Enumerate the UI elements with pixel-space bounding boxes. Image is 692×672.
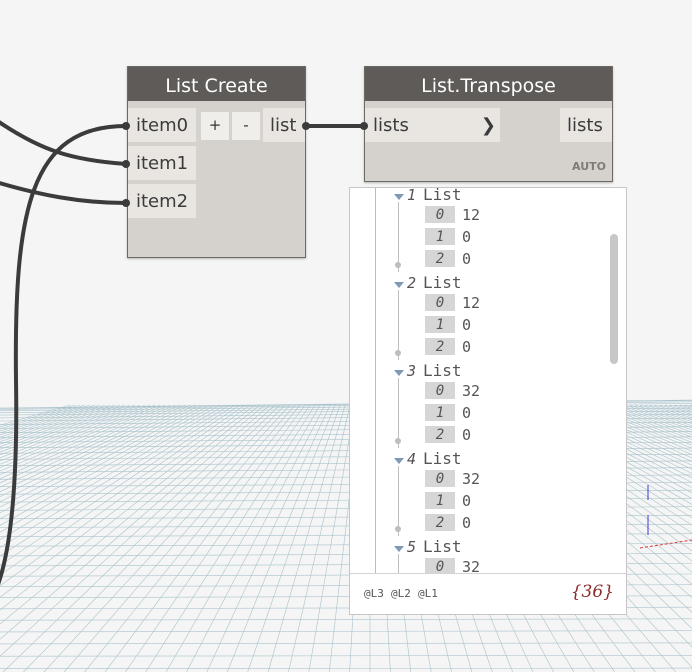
output-port-list[interactable]: list [263,108,305,142]
item-index: 2 [425,250,455,267]
output-connector-list[interactable] [302,122,310,130]
input-connector-item2[interactable] [122,199,130,207]
chevron-right-icon: ❯ [480,115,496,136]
item-index: 2 [425,338,455,355]
preview-footer: @L3 @L2 @L1 {36} [350,573,626,614]
group-line [398,554,399,573]
item-value[interactable]: 0 [462,338,471,356]
item-value[interactable]: 0 [462,426,471,444]
level-label-l2[interactable]: @L2 [391,587,411,600]
item-index: 0 [425,470,455,487]
item-index: 0 [425,558,455,573]
item-index: 0 [425,206,455,223]
input-port-item0[interactable]: item0 [128,108,196,142]
level-label-l1[interactable]: @L1 [418,587,438,600]
item-count: {36} [570,582,614,602]
item-value[interactable]: 0 [462,228,471,246]
input-connector-item0[interactable] [122,122,130,130]
item-index: 1 [425,404,455,421]
output-port-lists[interactable]: lists [560,108,612,142]
input-port-item1[interactable]: item1 [128,146,196,180]
add-input-button[interactable]: + [201,112,229,140]
preview-scrollbar[interactable] [610,234,618,364]
item-index: 1 [425,316,455,333]
group-end-dot [395,262,401,268]
group-index: 1 [407,188,417,204]
input-port-lists-label: lists [373,115,409,136]
item-value[interactable]: 32 [462,558,480,573]
expand-triangle-icon[interactable] [394,370,404,376]
group-index: 5 [407,538,417,556]
list-create-node[interactable]: List Create item0 item1 item2 + - list [127,66,306,258]
group-label: List [423,537,462,556]
item-index: 1 [425,228,455,245]
wire-item2 [0,181,128,205]
group-end-dot [395,438,401,444]
level-label-l3[interactable]: @L3 [364,587,384,600]
item-index: 2 [425,514,455,531]
item-value[interactable]: 0 [462,492,471,510]
group-label: List [423,449,462,468]
item-value[interactable]: 0 [462,404,471,422]
item-index: 0 [425,382,455,399]
item-value[interactable]: 12 [462,294,480,312]
item-index: 1 [425,492,455,509]
expand-triangle-icon[interactable] [394,194,404,200]
group-index: 2 [407,274,417,292]
item-value[interactable]: 0 [462,514,471,532]
group-end-dot [395,350,401,356]
group-label: List [423,188,462,204]
item-value[interactable]: 0 [462,316,471,334]
list-create-title[interactable]: List Create [128,67,305,101]
input-connector-lists[interactable] [360,122,368,130]
list-transpose-node[interactable]: List.Transpose lists ❯ lists AUTO [364,66,613,182]
item-value[interactable]: 32 [462,382,480,400]
item-value[interactable]: 32 [462,470,480,488]
list-transpose-title[interactable]: List.Transpose [365,67,612,101]
wire-item0 [0,124,128,585]
expand-triangle-icon[interactable] [394,282,404,288]
lacing-indicator[interactable]: AUTO [572,160,606,173]
expand-triangle-icon[interactable] [394,458,404,464]
item-index: 0 [425,294,455,311]
node-preview-bubble[interactable]: 1 List 0 12 1 0 2 0 2 List 0 12 1 0 2 0 3 List 0 32 1 0 2 0 4 Lis… [349,187,627,615]
group-index: 4 [407,450,417,468]
group-end-dot [395,526,401,532]
remove-input-button[interactable]: - [232,112,260,140]
preview-tree[interactable]: 1 List 0 12 1 0 2 0 2 List 0 12 1 0 2 0 3 List 0 32 1 0 2 0 4 Lis… [350,188,626,573]
tree-outer-line [375,188,376,573]
item-value[interactable]: 12 [462,206,480,224]
input-port-item2[interactable]: item2 [128,184,196,218]
expand-triangle-icon[interactable] [394,546,404,552]
group-label: List [423,273,462,292]
item-value[interactable]: 0 [462,250,471,268]
group-label: List [423,361,462,380]
input-connector-item1[interactable] [122,160,130,168]
item-index: 2 [425,426,455,443]
group-index: 3 [407,362,417,380]
input-port-lists[interactable]: lists ❯ [365,108,500,142]
